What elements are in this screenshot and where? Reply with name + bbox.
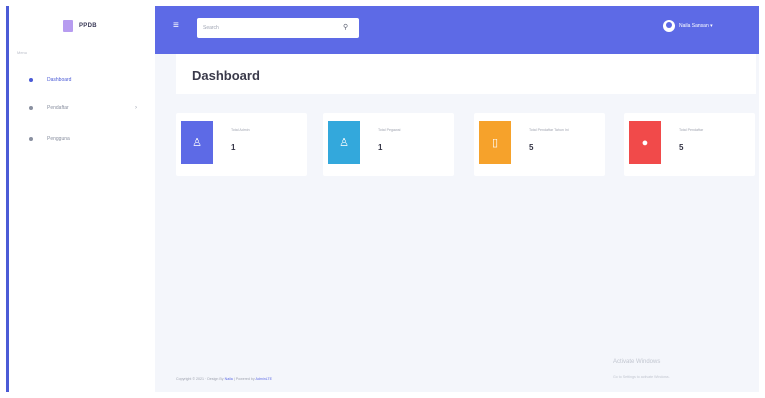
- stat-card-pendaftar: ● Total Pendaftar 5: [624, 113, 755, 176]
- sidebar-item-label: Dashboard: [47, 77, 72, 83]
- stat-label: Total Pegawai: [378, 128, 401, 132]
- stat-card-pendaftar-tahun-ini: ▯ Total Pendaftar Tahun Ini 5: [474, 113, 605, 176]
- footer-design-link[interactable]: Naila: [225, 377, 233, 381]
- sidebar-item-label: Pendaftar: [47, 105, 69, 111]
- app-frame: PPDB Menu Dashboard Pendaftar › Pengguna…: [6, 6, 759, 392]
- search-icon[interactable]: ⚲: [343, 23, 352, 32]
- logo-icon: [63, 20, 73, 32]
- circle-icon: ●: [629, 121, 661, 164]
- stat-label: Total Admin: [231, 128, 250, 132]
- activate-windows-sub: Go to Settings to activate Windows.: [613, 375, 670, 379]
- avatar: [663, 20, 675, 32]
- search-box: ⚲: [197, 18, 359, 38]
- sidebar-item-label: Pengguna: [47, 136, 70, 142]
- stat-card-pegawai: ♙ Total Pegawai 1: [323, 113, 454, 176]
- chevron-right-icon: ›: [135, 105, 137, 111]
- sidebar-item-pengguna[interactable]: Pengguna: [9, 130, 155, 148]
- footer-powered-text: | Powered by: [233, 377, 255, 381]
- title-card: Dashboard: [176, 54, 756, 94]
- topbar: ≡ ⚲ Naila Sansan ▾: [155, 6, 759, 54]
- sidebar-item-dashboard[interactable]: Dashboard: [9, 71, 155, 89]
- user-icon: ♙: [328, 121, 360, 164]
- stat-value: 5: [679, 143, 684, 152]
- footer: Copyright © 2021 · Design By Naila | Pow…: [176, 377, 272, 381]
- user-menu[interactable]: Naila Sansan ▾: [663, 20, 713, 32]
- document-icon: ▯: [479, 121, 511, 164]
- stat-label: Total Pendaftar Tahun Ini: [529, 128, 569, 132]
- pengguna-icon: [29, 137, 33, 141]
- brand-name: PPDB: [79, 23, 97, 29]
- user-icon: ♙: [181, 121, 213, 164]
- activate-windows-title: Activate Windows: [613, 359, 661, 365]
- stat-value: 1: [231, 143, 236, 152]
- hamburger-menu-icon[interactable]: ≡: [173, 21, 179, 31]
- stat-label: Total Pendaftar: [679, 128, 704, 132]
- user-name: Naila Sansan ▾: [679, 23, 713, 29]
- stat-value: 5: [529, 143, 534, 152]
- brand[interactable]: PPDB: [63, 20, 97, 32]
- pendaftar-icon: [29, 106, 33, 110]
- stat-card-admin: ♙ Total Admin 1: [176, 113, 307, 176]
- sidebar-item-pendaftar[interactable]: Pendaftar ›: [9, 99, 155, 117]
- menu-caption: Menu: [17, 50, 28, 55]
- footer-text: Copyright © 2021 · Design By: [176, 377, 224, 381]
- search-input[interactable]: [203, 23, 333, 33]
- page-title: Dashboard: [192, 68, 260, 83]
- sidebar: PPDB Menu Dashboard Pendaftar › Pengguna: [9, 6, 155, 392]
- stat-value: 1: [378, 143, 383, 152]
- dashboard-icon: [29, 78, 33, 82]
- footer-powered-link[interactable]: AdminLTE: [256, 377, 273, 381]
